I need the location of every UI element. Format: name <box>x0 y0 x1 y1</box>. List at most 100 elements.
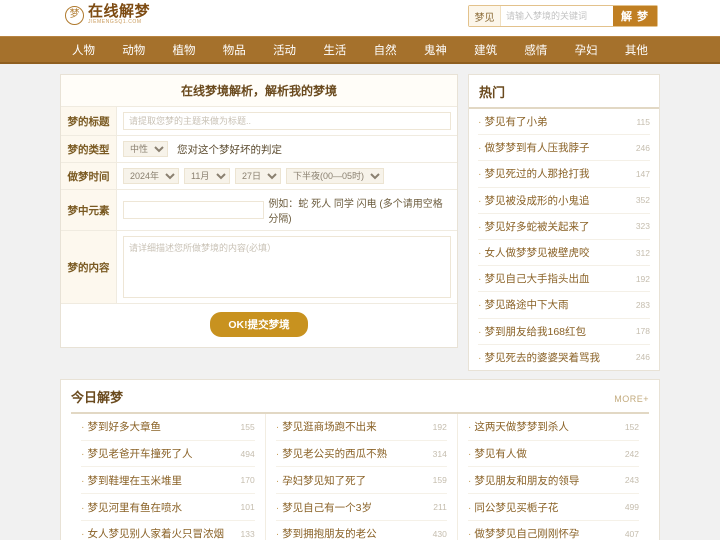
dream-period-select[interactable]: 下半夜(00—05时)上半夜(21—24时)清晨(05—08时) <box>286 168 384 184</box>
hot-list-item[interactable]: 梦见路途中下大雨 283 <box>478 292 650 319</box>
today-list-item[interactable]: 梦见自己有一个3岁 211 <box>275 494 447 521</box>
hot-item-label: 梦见被没成形的小鬼追 <box>478 193 590 208</box>
label-dream-time: 做梦时间 <box>61 163 117 189</box>
hot-list-item[interactable]: 梦到朋友给我168红包 178 <box>478 319 650 345</box>
today-list-item[interactable]: 梦见有人做 242 <box>467 441 639 468</box>
nav-item-3[interactable]: 物品 <box>219 42 250 58</box>
today-item-count: 152 <box>624 421 639 432</box>
hot-item-count: 147 <box>635 168 650 179</box>
today-more-link[interactable]: MORE+ <box>614 394 649 404</box>
search-input[interactable] <box>501 6 613 26</box>
dream-day-select[interactable]: 27日26日28日 <box>235 168 281 184</box>
hot-item-label: 女人做梦梦见被壁虎咬 <box>478 245 590 260</box>
dream-elements-input[interactable] <box>123 201 265 219</box>
today-item-label: 同公梦见买栀子花 <box>468 500 558 515</box>
today-item-label: 这两天做梦梦到杀人 <box>468 419 569 434</box>
today-list-item[interactable]: 梦见河里有鱼在喷水 101 <box>81 494 255 521</box>
nav-item-7[interactable]: 鬼神 <box>420 42 451 58</box>
today-item-count: 155 <box>240 421 255 432</box>
today-item-label: 梦见河里有鱼在喷水 <box>81 500 183 515</box>
today-list-item[interactable]: 梦见老爸开车撞死了人 494 <box>81 441 255 468</box>
nav-item-5[interactable]: 生活 <box>319 42 350 58</box>
today-list-item[interactable]: 梦到鞋埋在玉米堆里 170 <box>81 467 255 495</box>
today-item-label: 梦到好多大章鱼 <box>81 419 162 434</box>
hot-item-count: 178 <box>635 326 650 337</box>
form-row-type: 梦的类型 中性好梦噩梦 您对这个梦好坏的判定 <box>61 136 457 163</box>
today-item-count: 159 <box>432 475 447 486</box>
submit-dream-button[interactable]: OK!提交梦境 <box>210 312 308 337</box>
today-item-label: 梦见自己有一个3岁 <box>276 500 372 515</box>
form-title: 在线梦境解析，解析我的梦境 <box>61 75 457 107</box>
today-item-count: 243 <box>624 475 639 486</box>
search-box: 梦见 解 梦 <box>468 5 658 27</box>
dream-type-select[interactable]: 中性好梦噩梦 <box>123 141 168 157</box>
label-dream-title: 梦的标题 <box>61 107 117 135</box>
today-item-label: 梦见朋友和朋友的领导 <box>468 473 579 488</box>
today-item-label: 女人梦见别人家着火只冒浓烟 <box>81 526 225 540</box>
search-button[interactable]: 解 梦 <box>613 6 657 26</box>
today-column-0: 梦到好多大章鱼 155 梦见老爸开车撞死了人 494 梦到鞋埋在玉米堆里 170 梦见河里有… <box>71 414 265 540</box>
hot-item-label: 做梦梦到有人压我脖子 <box>478 140 590 155</box>
nav-item-0[interactable]: 人物 <box>68 42 99 58</box>
hot-list-item[interactable]: 梦见死过的人那抢打我 147 <box>478 161 650 188</box>
form-row-content: 梦的内容 <box>61 231 457 304</box>
today-list-item[interactable]: 梦见逛商场跑不出来 192 <box>275 414 447 441</box>
hot-list-item[interactable]: 梦见被没成形的小鬼追 352 <box>478 188 650 214</box>
dream-year-select[interactable]: 2024年2023年2022年 <box>123 168 179 184</box>
today-list-item[interactable]: 同公梦见买栀子花 499 <box>467 494 639 521</box>
nav-item-1[interactable]: 动物 <box>118 42 149 58</box>
hot-item-count: 323 <box>635 221 650 232</box>
nav-item-9[interactable]: 感情 <box>520 42 551 58</box>
hot-list-item[interactable]: 梦见有了小弟 115 <box>478 109 650 136</box>
today-list-item[interactable]: 梦见老公买的西瓜不熟 314 <box>275 441 447 468</box>
main-navigation: 人物 动物 植物 物品 活动 生活 自然 鬼神 建筑 感情 孕妇 其他 <box>0 36 720 64</box>
nav-item-6[interactable]: 自然 <box>370 42 401 58</box>
hot-list-item[interactable]: 梦见死去的婆婆哭着骂我 246 <box>478 345 651 370</box>
hot-list-item[interactable]: 女人做梦梦见被壁虎咬 312 <box>478 240 650 267</box>
today-item-label: 梦见老公买的西瓜不熟 <box>276 446 387 461</box>
nav-item-11[interactable]: 其他 <box>621 42 652 58</box>
today-item-label: 梦到拥抱朋友的老公 <box>276 526 377 540</box>
today-item-count: 211 <box>433 502 447 513</box>
today-title: 今日解梦 <box>71 389 124 405</box>
content-area: 在线梦境解析，解析我的梦境 梦的标题 梦的类型 中性好梦噩梦 您对这个梦好坏的判… <box>60 74 660 371</box>
hot-item-label: 梦见死去的婆婆哭着骂我 <box>478 350 601 365</box>
form-submit-row: OK!提交梦境 <box>61 304 457 347</box>
nav-item-4[interactable]: 活动 <box>269 42 300 58</box>
today-item-count: 430 <box>432 528 447 539</box>
nav-item-2[interactable]: 植物 <box>169 42 200 58</box>
hot-item-count: 283 <box>635 299 650 310</box>
form-row-time: 做梦时间 2024年2023年2022年 11月10月12月 27日26日28日… <box>61 163 457 190</box>
dream-circle-icon: 梦 <box>65 5 84 25</box>
site-logo[interactable]: 梦 在线解梦 JIEMENGSQ1.COM <box>65 4 150 26</box>
logo-title: 在线解梦 <box>88 3 151 20</box>
today-list-item[interactable]: 梦到好多大章鱼 155 <box>81 414 255 441</box>
today-list-item[interactable]: 孕妇梦见知了死了 159 <box>275 467 447 495</box>
hot-list: 梦见有了小弟 115 做梦梦到有人压我脖子 246 梦见死过的人那抢打我 147 梦见被没成… <box>469 109 659 370</box>
today-item-label: 梦见老爸开车撞死了人 <box>81 446 193 461</box>
hot-item-count: 115 <box>636 116 650 127</box>
today-item-count: 499 <box>624 502 639 513</box>
today-list-item[interactable]: 这两天做梦梦到杀人 152 <box>467 414 639 441</box>
dream-elements-hint: 例如：蛇 死人 同学 闪电 (多个请用空格分隔) <box>268 199 443 225</box>
dream-month-select[interactable]: 11月10月12月 <box>184 168 230 184</box>
hot-item-label: 梦见死过的人那抢打我 <box>478 166 590 181</box>
dream-submit-form: 在线梦境解析，解析我的梦境 梦的标题 梦的类型 中性好梦噩梦 您对这个梦好坏的判… <box>60 74 458 348</box>
today-item-count: 242 <box>624 448 639 459</box>
today-header: 今日解梦 MORE+ <box>71 380 649 414</box>
today-list-item[interactable]: 梦到拥抱朋友的老公 430 <box>276 521 447 540</box>
dream-content-textarea[interactable] <box>123 236 451 298</box>
today-item-count: 192 <box>432 421 447 432</box>
today-list-item[interactable]: 做梦梦见自己刚刚怀孕 407 <box>468 521 639 540</box>
nav-item-10[interactable]: 孕妇 <box>571 42 602 58</box>
hot-list-item[interactable]: 梦见好多蛇被关起来了 323 <box>478 214 650 240</box>
today-list-item[interactable]: 梦见朋友和朋友的领导 243 <box>467 467 639 495</box>
hot-item-label: 梦到朋友给我168红包 <box>478 324 587 339</box>
nav-item-8[interactable]: 建筑 <box>470 42 501 58</box>
hot-list-item[interactable]: 梦见自己大手指头出血 192 <box>478 266 650 293</box>
dream-title-input[interactable] <box>123 112 451 130</box>
today-list-item[interactable]: 女人梦见别人家着火只冒浓烟 133 <box>81 521 255 540</box>
hot-list-item[interactable]: 做梦梦到有人压我脖子 246 <box>478 135 650 162</box>
label-dream-type: 梦的类型 <box>61 136 117 162</box>
hot-item-label: 梦见好多蛇被关起来了 <box>478 219 590 234</box>
